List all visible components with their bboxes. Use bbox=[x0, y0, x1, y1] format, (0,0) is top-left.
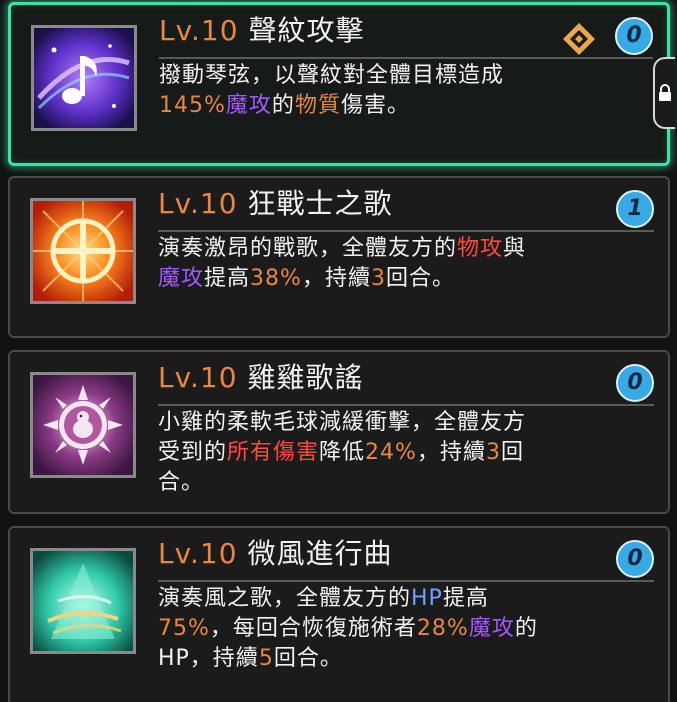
sun-cross-icon bbox=[30, 198, 136, 304]
desc-segment: ，持續 bbox=[301, 266, 371, 291]
desc-segment: ，每回合恢復施術者 bbox=[209, 616, 417, 641]
skill-list: Lv.10 聲紋攻擊 0 撥動琴弦，以聲紋對全體目標造成 145%魔攻的物質傷害。 bbox=[0, 0, 677, 702]
skill-title: Lv.10 微風進行曲 bbox=[158, 536, 392, 572]
divider bbox=[158, 404, 654, 406]
desc-segment: 3 bbox=[370, 266, 386, 291]
desc-segment: 回合。 bbox=[273, 646, 343, 671]
skill-card-4[interactable]: Lv.10 微風進行曲 0 演奏風之歌，全體友方的HP提高 75%，每回合恢復施術… bbox=[8, 526, 670, 702]
desc-segment: 與 bbox=[503, 236, 527, 261]
desc-segment: 24% bbox=[365, 440, 417, 465]
desc-segment: 演奏風之歌，全體友方的 bbox=[158, 586, 412, 611]
desc-segment: 提高 bbox=[204, 266, 251, 291]
skill-count-badge: 1 bbox=[616, 190, 654, 228]
skill-count-badge: 0 bbox=[615, 17, 653, 55]
divider bbox=[158, 580, 654, 582]
lock-toggle[interactable] bbox=[653, 57, 675, 129]
desc-segment: 演奏激昂的戰歌，全體友方的 bbox=[158, 236, 458, 261]
desc-segment: HP bbox=[411, 586, 443, 611]
wind-tree-icon bbox=[30, 548, 136, 654]
desc-segment: 撥動琴弦，以聲紋對全體目標造成 bbox=[159, 63, 505, 88]
skill-count-badge: 0 bbox=[616, 540, 654, 578]
skill-level: Lv.10 bbox=[158, 361, 238, 394]
skill-card-3[interactable]: Lv.10 雞雞歌謠 0 小雞的柔軟毛球減緩衝擊，全體友方 受到的所有傷害降低24… bbox=[8, 350, 670, 514]
skill-card-2[interactable]: Lv.10 狂戰士之歌 1 演奏激昂的戰歌，全體友方的物攻與魔攻提高38%，持續… bbox=[8, 176, 670, 338]
desc-segment: 38% bbox=[250, 266, 302, 291]
desc-segment: 合。 bbox=[158, 470, 205, 495]
skill-name: 狂戰士之歌 bbox=[247, 187, 393, 220]
skill-level: Lv.10 bbox=[158, 537, 238, 570]
music-note-icon bbox=[31, 25, 137, 131]
desc-segment: 所有傷害 bbox=[227, 440, 320, 465]
skill-name: 微風進行曲 bbox=[247, 537, 393, 570]
desc-segment: 物質 bbox=[294, 93, 341, 118]
equip-diamond-icon[interactable] bbox=[561, 21, 597, 57]
desc-segment: 75% bbox=[158, 616, 210, 641]
desc-segment: 提高 bbox=[442, 586, 489, 611]
lock-icon bbox=[659, 84, 671, 101]
desc-segment: 回合。 bbox=[385, 266, 455, 291]
desc-segment: 5 bbox=[258, 646, 274, 671]
skill-description: 演奏風之歌，全體友方的HP提高 75%，每回合恢復施術者28%魔攻的 HP，持續5回… bbox=[158, 584, 608, 674]
skill-description: 撥動琴弦，以聲紋對全體目標造成 145%魔攻的物質傷害。 bbox=[159, 61, 609, 121]
desc-segment: 魔攻 bbox=[158, 266, 205, 291]
divider bbox=[159, 57, 653, 59]
desc-segment: 降低 bbox=[319, 440, 366, 465]
desc-segment: 受到的 bbox=[158, 440, 228, 465]
desc-segment: HP，持續 bbox=[158, 646, 259, 671]
chick-sun-icon bbox=[30, 372, 136, 478]
desc-segment: 28% bbox=[416, 616, 469, 641]
skill-level: Lv.10 bbox=[158, 187, 238, 220]
desc-segment: ，持續 bbox=[416, 440, 486, 465]
desc-segment: 傷害。 bbox=[340, 93, 410, 118]
skill-title: Lv.10 雞雞歌謠 bbox=[158, 360, 363, 396]
desc-segment: 3 bbox=[485, 440, 501, 465]
skill-level: Lv.10 bbox=[159, 14, 239, 47]
desc-segment: 魔攻 bbox=[225, 93, 272, 118]
desc-segment: 物攻 bbox=[457, 236, 504, 261]
desc-segment: 魔攻 bbox=[468, 616, 515, 641]
skill-count-badge: 0 bbox=[616, 364, 654, 402]
desc-segment: 145% bbox=[159, 93, 226, 118]
desc-segment: 的 bbox=[271, 93, 295, 118]
skill-name: 聲紋攻擊 bbox=[248, 14, 365, 47]
divider bbox=[158, 230, 654, 232]
desc-segment: 小雞的柔軟毛球減緩衝擊，全體友方 bbox=[158, 410, 527, 435]
skill-title: Lv.10 狂戰士之歌 bbox=[158, 186, 392, 222]
desc-segment: 回 bbox=[500, 440, 524, 465]
skill-description: 小雞的柔軟毛球減緩衝擊，全體友方 受到的所有傷害降低24%，持續3回合。 bbox=[158, 408, 608, 498]
desc-segment: 的 bbox=[514, 616, 538, 641]
skill-description: 演奏激昂的戰歌，全體友方的物攻與魔攻提高38%，持續3回合。 bbox=[158, 234, 608, 294]
skill-title: Lv.10 聲紋攻擊 bbox=[159, 13, 364, 49]
skill-card-1[interactable]: Lv.10 聲紋攻擊 0 撥動琴弦，以聲紋對全體目標造成 145%魔攻的物質傷害。 bbox=[8, 2, 675, 166]
skill-name: 雞雞歌謠 bbox=[247, 361, 364, 394]
